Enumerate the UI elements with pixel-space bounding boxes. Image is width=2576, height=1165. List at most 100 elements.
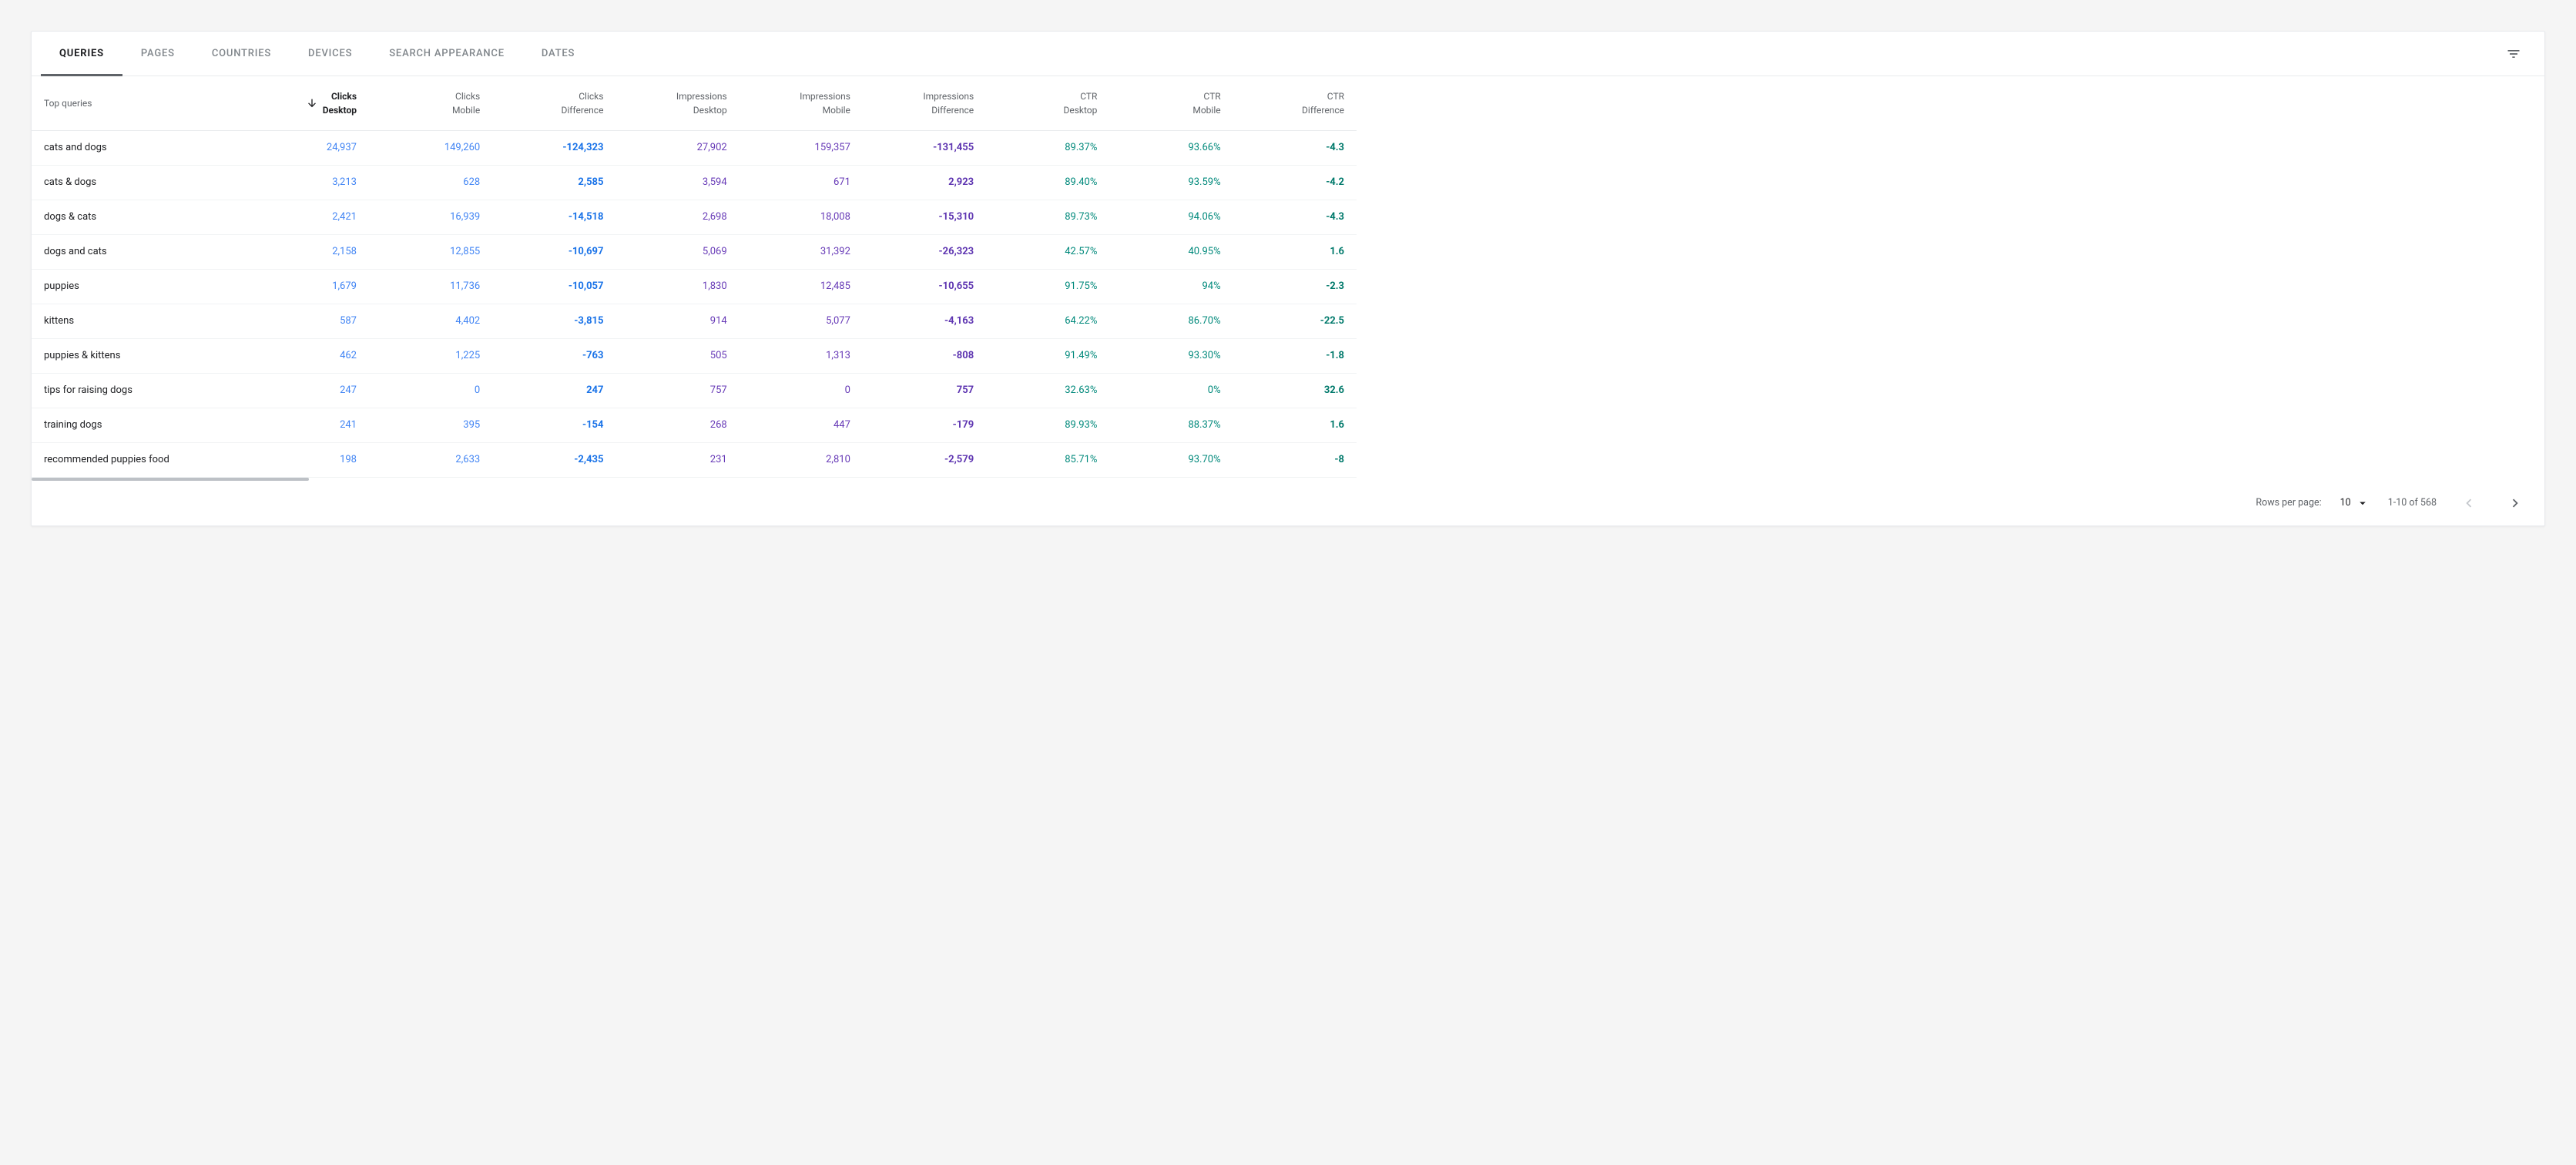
- impressions-mobile-cell: 0: [740, 373, 863, 408]
- clicks-mobile-cell: 628: [369, 165, 492, 200]
- impressions-desktop-cell: 27,902: [615, 130, 739, 165]
- col-ctr-desktop[interactable]: CTRDesktop: [986, 76, 1109, 130]
- tab-search-appearance[interactable]: Search Appearance: [371, 32, 523, 76]
- impressions-mobile-cell: 18,008: [740, 200, 863, 234]
- ctr-desktop-cell: 91.75%: [986, 269, 1109, 304]
- ctr-difference-cell: -2.3: [1233, 269, 1357, 304]
- table-row[interactable]: training dogs241395-154268447-17989.93%8…: [32, 408, 1357, 442]
- dimension-tabs: QueriesPagesCountriesDevicesSearch Appea…: [32, 32, 2544, 76]
- ctr-difference-cell: -8: [1233, 442, 1357, 477]
- filter-icon: [2506, 46, 2521, 62]
- impressions-mobile-cell: 671: [740, 165, 863, 200]
- tab-dates[interactable]: Dates: [523, 32, 593, 76]
- col-impressions-desktop[interactable]: ImpressionsDesktop: [615, 76, 739, 130]
- clicks-difference-cell: 2,585: [492, 165, 615, 200]
- table-row[interactable]: cats and dogs24,937149,260-124,32327,902…: [32, 130, 1357, 165]
- table-row[interactable]: tips for raising dogs2470247757075732.63…: [32, 373, 1357, 408]
- query-cell: tips for raising dogs: [32, 373, 246, 408]
- col-clicks-difference[interactable]: ClicksDifference: [492, 76, 615, 130]
- clicks-desktop-cell: 587: [246, 304, 369, 338]
- prev-page-button[interactable]: [2455, 489, 2483, 517]
- ctr-mobile-cell: 93.59%: [1109, 165, 1233, 200]
- impressions-desktop-cell: 2,698: [615, 200, 739, 234]
- ctr-desktop-cell: 42.57%: [986, 234, 1109, 269]
- impressions-mobile-cell: 5,077: [740, 304, 863, 338]
- impressions-desktop-cell: 231: [615, 442, 739, 477]
- clicks-desktop-cell: 462: [246, 338, 369, 373]
- clicks-difference-cell: -3,815: [492, 304, 615, 338]
- filter-button[interactable]: [2498, 39, 2529, 69]
- ctr-mobile-cell: 93.30%: [1109, 338, 1233, 373]
- performance-table-card: QueriesPagesCountriesDevicesSearch Appea…: [31, 31, 2545, 526]
- tab-pages[interactable]: Pages: [122, 32, 193, 76]
- clicks-difference-cell: 247: [492, 373, 615, 408]
- ctr-difference-cell: -4.3: [1233, 200, 1357, 234]
- ctr-desktop-cell: 32.63%: [986, 373, 1109, 408]
- caret-down-icon: [2356, 496, 2370, 510]
- impressions-desktop-cell: 757: [615, 373, 739, 408]
- table-scroll[interactable]: Top queries Clicks Desktop Click: [32, 76, 2544, 478]
- horizontal-scrollbar[interactable]: [32, 478, 2544, 481]
- impressions-difference-cell: -15,310: [863, 200, 986, 234]
- tab-countries[interactable]: Countries: [193, 32, 290, 76]
- table-row[interactable]: dogs & cats2,42116,939-14,5182,69818,008…: [32, 200, 1357, 234]
- table-row[interactable]: cats & dogs3,2136282,5853,5946712,92389.…: [32, 165, 1357, 200]
- col-ctr-mobile[interactable]: CTRMobile: [1109, 76, 1233, 130]
- ctr-desktop-cell: 89.40%: [986, 165, 1109, 200]
- clicks-desktop-cell: 2,158: [246, 234, 369, 269]
- query-cell: recommended puppies food: [32, 442, 246, 477]
- clicks-mobile-cell: 16,939: [369, 200, 492, 234]
- ctr-difference-cell: -1.8: [1233, 338, 1357, 373]
- impressions-mobile-cell: 1,313: [740, 338, 863, 373]
- impressions-difference-cell: -179: [863, 408, 986, 442]
- col-impressions-difference[interactable]: ImpressionsDifference: [863, 76, 986, 130]
- next-page-button[interactable]: [2501, 489, 2529, 517]
- table-row[interactable]: puppies & kittens4621,225-7635051,313-80…: [32, 338, 1357, 373]
- table-row[interactable]: dogs and cats2,15812,855-10,6975,06931,3…: [32, 234, 1357, 269]
- impressions-difference-cell: 2,923: [863, 165, 986, 200]
- clicks-desktop-cell: 3,213: [246, 165, 369, 200]
- table-row[interactable]: kittens5874,402-3,8159145,077-4,16364.22…: [32, 304, 1357, 338]
- impressions-difference-cell: -4,163: [863, 304, 986, 338]
- ctr-mobile-cell: 0%: [1109, 373, 1233, 408]
- impressions-mobile-cell: 447: [740, 408, 863, 442]
- clicks-desktop-cell: 2,421: [246, 200, 369, 234]
- clicks-desktop-cell: 198: [246, 442, 369, 477]
- col-clicks-desktop[interactable]: Clicks Desktop: [246, 76, 369, 130]
- ctr-desktop-cell: 91.49%: [986, 338, 1109, 373]
- clicks-desktop-cell: 241: [246, 408, 369, 442]
- impressions-mobile-cell: 12,485: [740, 269, 863, 304]
- impressions-desktop-cell: 1,830: [615, 269, 739, 304]
- impressions-mobile-cell: 2,810: [740, 442, 863, 477]
- ctr-difference-cell: 1.6: [1233, 234, 1357, 269]
- query-cell: training dogs: [32, 408, 246, 442]
- ctr-mobile-cell: 93.70%: [1109, 442, 1233, 477]
- clicks-difference-cell: -14,518: [492, 200, 615, 234]
- table-row[interactable]: recommended puppies food1982,633-2,43523…: [32, 442, 1357, 477]
- clicks-desktop-cell: 24,937: [246, 130, 369, 165]
- clicks-mobile-cell: 0: [369, 373, 492, 408]
- query-cell: cats & dogs: [32, 165, 246, 200]
- table-row[interactable]: puppies1,67911,736-10,0571,83012,485-10,…: [32, 269, 1357, 304]
- ctr-difference-cell: -22.5: [1233, 304, 1357, 338]
- col-ctr-difference[interactable]: CTRDifference: [1233, 76, 1357, 130]
- col-impressions-mobile[interactable]: ImpressionsMobile: [740, 76, 863, 130]
- tab-devices[interactable]: Devices: [290, 32, 371, 76]
- rows-per-page-label: Rows per page:: [2256, 497, 2321, 509]
- clicks-mobile-cell: 11,736: [369, 269, 492, 304]
- impressions-desktop-cell: 5,069: [615, 234, 739, 269]
- ctr-mobile-cell: 86.70%: [1109, 304, 1233, 338]
- query-cell: dogs and cats: [32, 234, 246, 269]
- impressions-desktop-cell: 268: [615, 408, 739, 442]
- impressions-desktop-cell: 505: [615, 338, 739, 373]
- clicks-mobile-cell: 395: [369, 408, 492, 442]
- col-top-queries[interactable]: Top queries: [32, 76, 246, 130]
- clicks-mobile-cell: 2,633: [369, 442, 492, 477]
- tab-queries[interactable]: Queries: [41, 32, 122, 76]
- query-cell: kittens: [32, 304, 246, 338]
- rows-per-page-select[interactable]: 10: [2340, 496, 2370, 510]
- impressions-difference-cell: -26,323: [863, 234, 986, 269]
- col-clicks-mobile[interactable]: ClicksMobile: [369, 76, 492, 130]
- query-cell: puppies & kittens: [32, 338, 246, 373]
- impressions-difference-cell: -2,579: [863, 442, 986, 477]
